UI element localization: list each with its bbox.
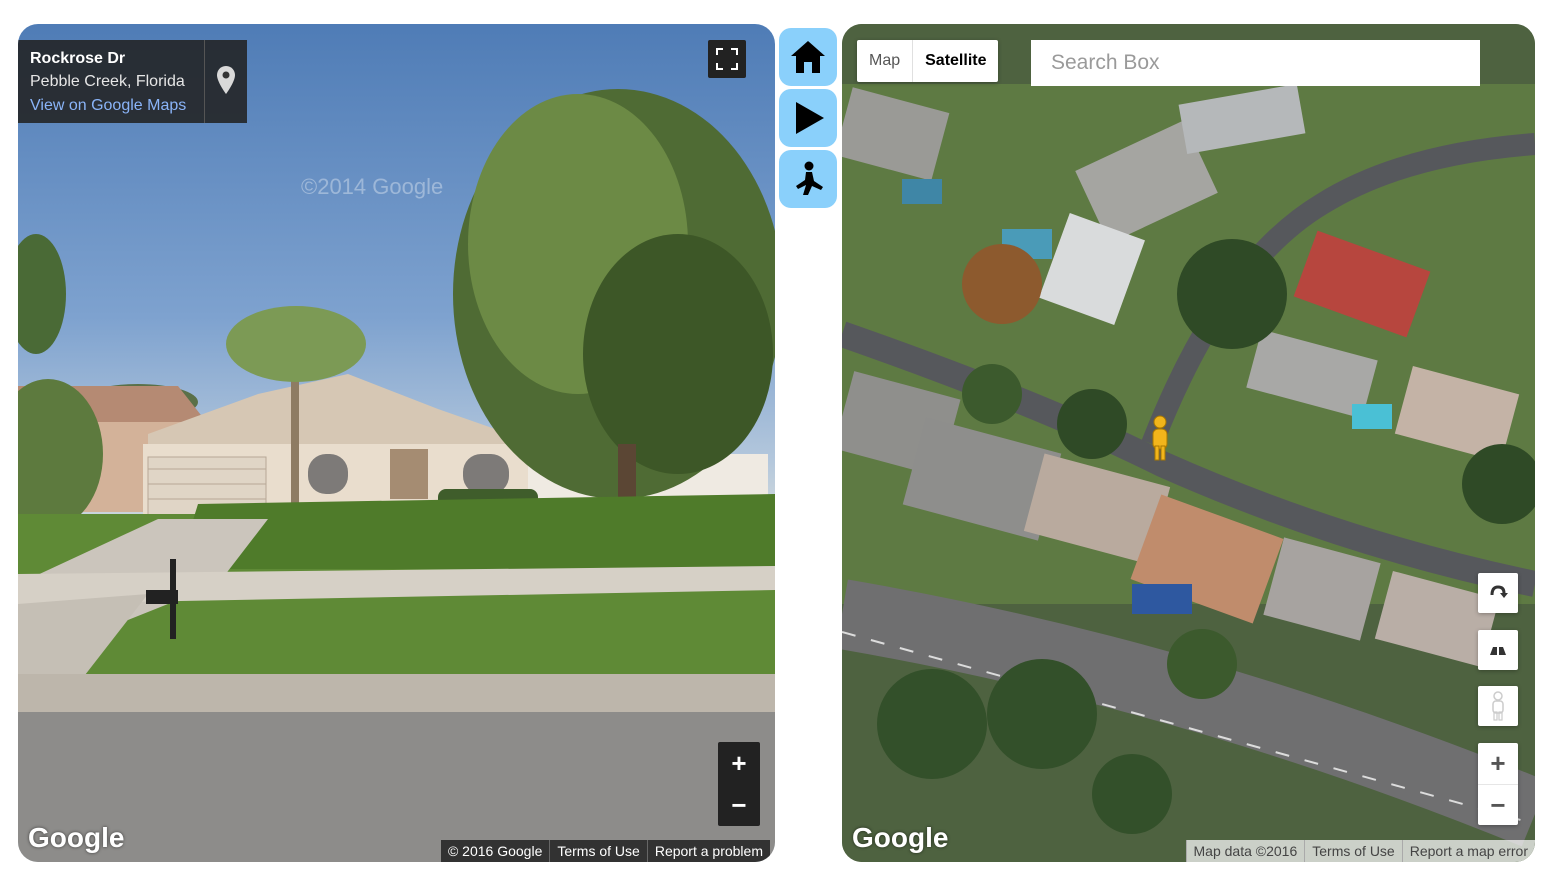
street-view-pegman-button[interactable] <box>1478 686 1518 726</box>
street-name: Rockrose Dr <box>30 50 126 67</box>
pegman-button[interactable] <box>779 150 837 208</box>
map-zoom-control: + − <box>1478 743 1518 825</box>
locality-name: Pebble Creek, Florida <box>30 73 185 90</box>
street-view-image[interactable] <box>18 24 775 862</box>
plus-icon: + <box>1490 748 1506 778</box>
minus-icon: − <box>1490 790 1506 820</box>
map-attribution: Map data ©2016 Terms of Use Report a map… <box>1185 840 1535 862</box>
home-icon <box>791 41 825 73</box>
google-logo: Google <box>852 822 949 853</box>
map-type-control: Map Satellite <box>857 40 999 82</box>
street-view-zoom-control: + − <box>718 742 760 826</box>
location-info-card: Rockrose Dr Pebble Creek, Florida View o… <box>18 40 247 123</box>
google-logo: Google <box>28 822 125 853</box>
tilt-button[interactable] <box>1478 630 1518 670</box>
plus-icon: + <box>731 747 747 778</box>
map-type-button[interactable]: Map <box>857 40 914 82</box>
terms-of-use-link[interactable]: Terms of Use <box>549 840 646 862</box>
fullscreen-button[interactable] <box>708 40 746 78</box>
map-zoom-in-button[interactable]: + <box>1478 743 1518 785</box>
pegman-icon <box>796 161 823 195</box>
tilt-icon <box>1490 646 1506 656</box>
street-view-attribution: © 2016 Google Terms of Use Report a prob… <box>440 840 770 862</box>
street-view-panel[interactable]: ©2014 Google Rockrose Dr Pebble Creek, F… <box>18 24 775 862</box>
report-map-error-link[interactable]: Report a map error <box>1401 840 1535 862</box>
report-problem-link[interactable]: Report a problem <box>646 840 770 862</box>
copyright-text: © 2016 Google <box>447 843 543 859</box>
play-button[interactable] <box>779 89 837 147</box>
rotate-button[interactable] <box>1478 573 1518 613</box>
pegman-icon <box>1492 691 1504 721</box>
rotate-icon <box>1490 585 1508 598</box>
play-icon <box>796 102 824 134</box>
satellite-map-panel[interactable]: Map Satellite + − Google Map data <box>842 24 1535 862</box>
view-on-google-maps-link[interactable]: View on Google Maps <box>30 97 186 115</box>
satellite-imagery[interactable] <box>842 24 1535 862</box>
fullscreen-icon <box>716 48 738 70</box>
search-input[interactable] <box>1031 40 1480 86</box>
info-divider <box>204 40 205 123</box>
zoom-in-button[interactable]: + <box>718 742 760 784</box>
map-terms-link[interactable]: Terms of Use <box>1304 840 1401 862</box>
map-data-text: Map data ©2016 <box>1185 840 1305 862</box>
minus-icon: − <box>731 789 747 820</box>
imagery-watermark: ©2014 Google <box>301 174 444 199</box>
map-zoom-out-button[interactable]: − <box>1478 785 1518 826</box>
home-button[interactable] <box>779 28 837 86</box>
satellite-type-button[interactable]: Satellite <box>913 40 998 82</box>
zoom-out-button[interactable]: − <box>718 784 760 826</box>
map-pin-icon[interactable] <box>216 65 236 95</box>
